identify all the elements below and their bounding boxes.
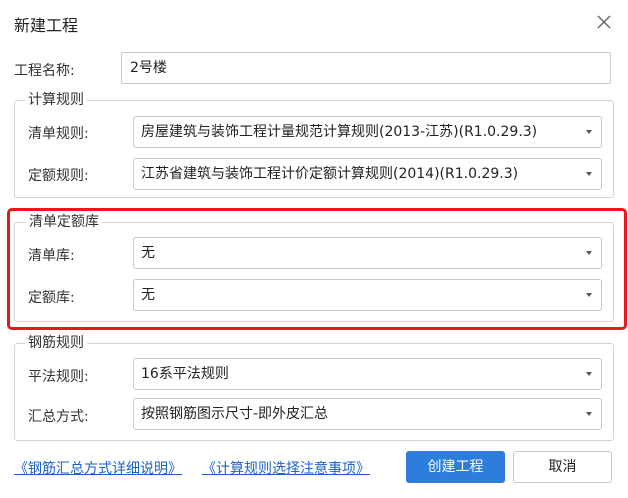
rebar-rules-title: 钢筋规则 (25, 334, 87, 352)
red-highlight-box (7, 208, 627, 330)
new-project-dialog: 新建工程 工程名称: 2号楼 计算规则 清单规则: 房屋建筑与装饰工程计量规范计… (0, 0, 628, 498)
quota-rule-select[interactable]: 江苏省建筑与装饰工程计价定额计算规则(2014)(R1.0.29.3) (133, 158, 602, 190)
project-name-input[interactable]: 2号楼 (121, 52, 611, 84)
summary-label: 汇总方式: (28, 409, 89, 425)
bill-rule-label: 清单规则: (28, 126, 89, 142)
flat-rule-value: 16系平法规则 (141, 366, 229, 382)
chevron-down-icon (586, 412, 592, 416)
project-name-label: 工程名称: (14, 63, 75, 79)
bill-rule-select[interactable]: 房屋建筑与装饰工程计量规范计算规则(2013-江苏)(R1.0.29.3) (133, 116, 602, 148)
cancel-button[interactable]: 取消 (513, 451, 612, 483)
chevron-down-icon (586, 172, 592, 176)
dialog-title: 新建工程 (14, 16, 79, 35)
quota-rule-value: 江苏省建筑与装饰工程计价定额计算规则(2014)(R1.0.29.3) (141, 166, 519, 182)
summary-select[interactable]: 按照钢筋图示尺寸-即外皮汇总 (133, 398, 602, 430)
summary-value: 按照钢筋图示尺寸-即外皮汇总 (141, 406, 329, 422)
bill-rule-value: 房屋建筑与装饰工程计量规范计算规则(2013-江苏)(R1.0.29.3) (141, 124, 538, 140)
create-project-button[interactable]: 创建工程 (406, 451, 505, 483)
calc-rules-title: 计算规则 (25, 91, 87, 109)
chevron-down-icon (586, 372, 592, 376)
quota-rule-label: 定额规则: (28, 168, 89, 184)
flat-rule-select[interactable]: 16系平法规则 (133, 358, 602, 390)
calc-rule-notes-link[interactable]: 《计算规则选择注意事项》 (202, 458, 370, 478)
flat-rule-label: 平法规则: (28, 369, 89, 385)
rebar-summary-help-link[interactable]: 《钢筋汇总方式详细说明》 (14, 458, 182, 478)
close-icon[interactable] (594, 12, 614, 32)
chevron-down-icon (586, 130, 592, 134)
